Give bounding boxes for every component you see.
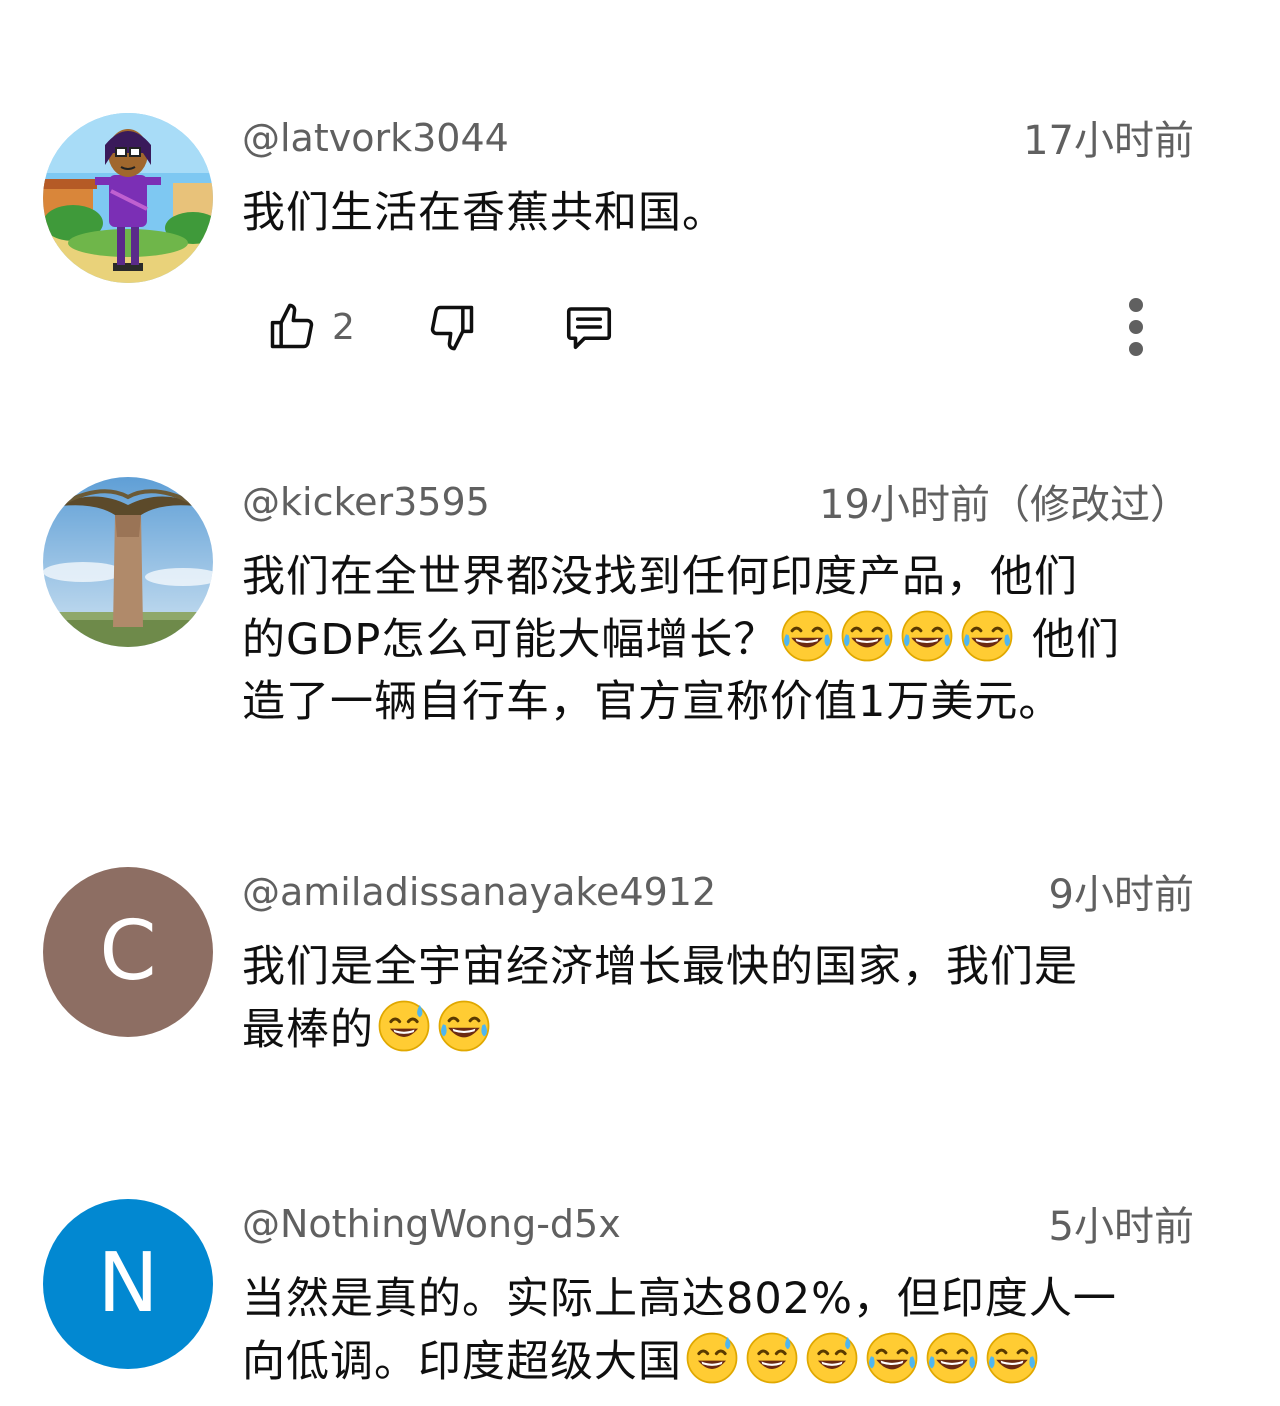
avatar[interactable]	[43, 113, 213, 283]
text-overflow-fade	[1080, 1310, 1280, 1406]
comment-author[interactable]: @amiladissanayake4912	[242, 866, 716, 918]
comment-time: 5小时前	[1048, 1204, 1194, 1250]
avatar[interactable]: C	[43, 867, 213, 1037]
dislike-button[interactable]	[426, 292, 478, 362]
comment-text: 我们是全宇宙经济增长最快的国家，我们是 最棒的	[242, 936, 1217, 1061]
avatar[interactable]	[43, 477, 213, 647]
comment-text-line: 我们是全宇宙经济增长最快的国家，我们是	[242, 942, 1078, 992]
comment-actions: 2	[266, 292, 1166, 362]
comment-text-line: 最棒的	[242, 1005, 374, 1055]
grinning-face-with-sweat-icon	[684, 1330, 740, 1386]
comment-author[interactable]: @kicker3595	[242, 476, 490, 528]
thumbs-up-icon	[270, 303, 314, 349]
avatar-letter: C	[99, 904, 157, 999]
face-with-tears-of-joy-icon	[899, 608, 955, 664]
grinning-face-with-sweat-icon	[744, 1330, 800, 1386]
comment-text-line: 当然是真的。实际上高达802%，但印度人一	[242, 1274, 1117, 1324]
comment-time: 9小时前	[1048, 872, 1194, 918]
comment-time: 19小时前（修改过）	[819, 482, 1190, 528]
grinning-face-with-sweat-icon	[804, 1330, 860, 1386]
more-options-button[interactable]	[1118, 292, 1154, 362]
comment-header: @NothingWong-d5x 5小时前	[242, 1198, 1194, 1250]
grinning-face-with-sweat-icon	[376, 998, 432, 1054]
comment-header: @amiladissanayake4912 9小时前	[242, 866, 1194, 918]
face-with-tears-of-joy-icon	[959, 608, 1015, 664]
comment-header: @latvork3044 17小时前	[242, 112, 1194, 164]
thumbs-down-icon	[430, 305, 474, 351]
comment-text-line: 的GDP怎么可能大幅增长？	[242, 615, 778, 665]
comment-text-line: 向低调。印度超级大国	[242, 1337, 682, 1387]
face-with-tears-of-joy-icon	[984, 1330, 1040, 1386]
like-count: 2	[332, 306, 355, 348]
cartoon-avatar-icon	[43, 113, 213, 283]
avatar[interactable]: N	[43, 1199, 213, 1369]
comment-text-line: 他们	[1017, 615, 1121, 665]
comment-header: @kicker3595 19小时前（修改过）	[242, 476, 1194, 528]
comment-text-line: 造了一辆自行车，官方宣称价值1万美元。	[242, 677, 1063, 727]
comment-author[interactable]: @latvork3044	[242, 112, 509, 164]
like-button[interactable]: 2	[266, 292, 355, 362]
comment-time: 17小时前	[1023, 118, 1194, 164]
reply-button[interactable]	[562, 292, 616, 362]
face-with-tears-of-joy-icon	[779, 608, 835, 664]
face-with-tears-of-joy-icon	[436, 998, 492, 1054]
comment-text: 我们生活在香蕉共和国。	[242, 188, 726, 238]
more-vertical-icon	[1129, 298, 1143, 356]
face-with-tears-of-joy-icon	[864, 1330, 920, 1386]
baobab-tree-avatar-icon	[43, 477, 213, 647]
face-with-tears-of-joy-icon	[839, 608, 895, 664]
comment-author[interactable]: @NothingWong-d5x	[242, 1198, 621, 1250]
reply-comment-icon	[566, 307, 612, 350]
face-with-tears-of-joy-icon	[924, 1330, 980, 1386]
comment-text: 我们在全世界都没找到任何印度产品，他们 的GDP怎么可能大幅增长？ 他们 造了一…	[242, 546, 1217, 733]
comment-text-line: 我们在全世界都没找到任何印度产品，他们	[242, 552, 1078, 602]
avatar-letter: N	[97, 1236, 159, 1331]
